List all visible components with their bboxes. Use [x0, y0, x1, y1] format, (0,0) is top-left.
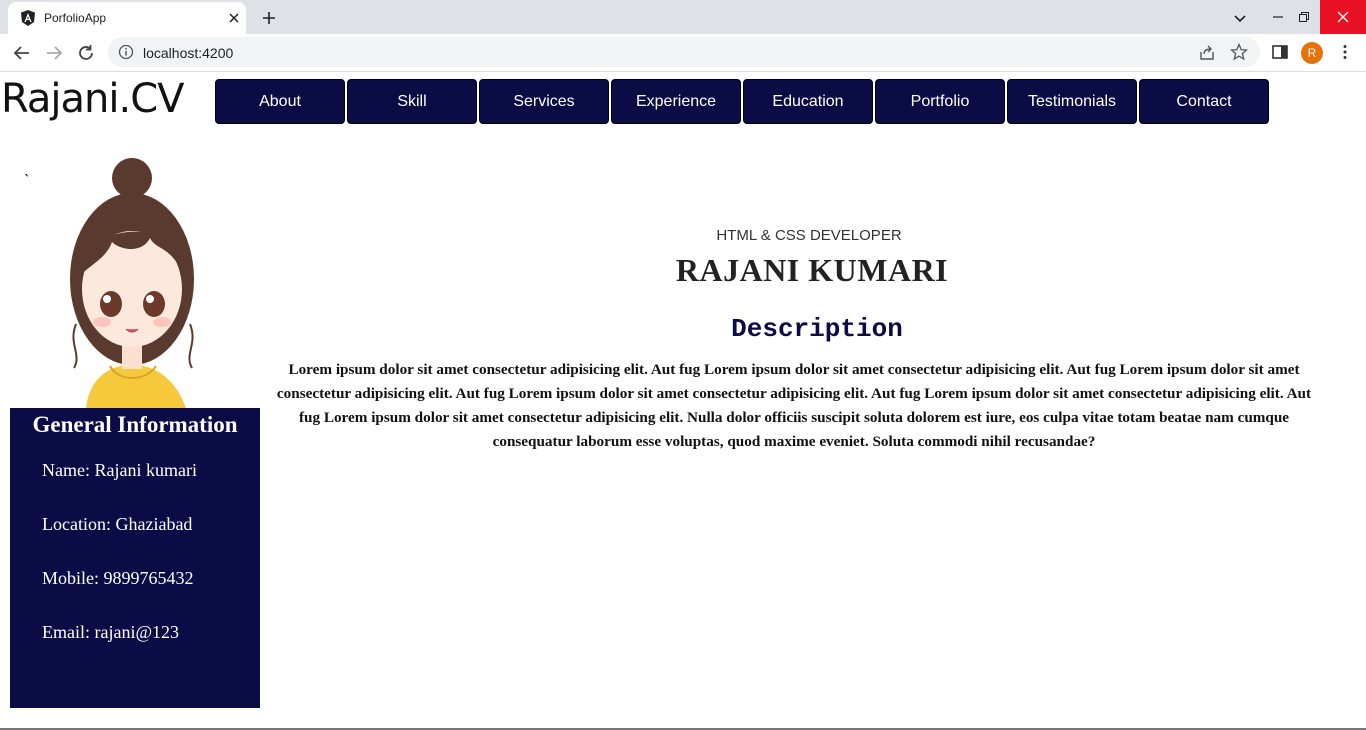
main-nav: About Skill Services Experience Educatio… [215, 79, 1269, 124]
nav-skill[interactable]: Skill [347, 79, 477, 124]
kebab-menu-icon[interactable] [1336, 43, 1354, 61]
description-text: Lorem ipsum dolor sit amet consectetur a… [276, 361, 1312, 450]
nav-contact[interactable]: Contact [1139, 79, 1269, 124]
site-logo[interactable]: Rajani.CV [1, 76, 185, 122]
nav-portfolio[interactable]: Portfolio [875, 79, 1005, 124]
close-icon[interactable] [226, 10, 242, 26]
share-icon[interactable] [1198, 44, 1216, 62]
back-icon[interactable] [11, 42, 33, 64]
stray-mark: ˎ [24, 157, 30, 177]
nav-about[interactable]: About [215, 79, 345, 124]
browser-tab[interactable]: PorfolioApp [8, 2, 246, 34]
tab-title: PorfolioApp [44, 11, 107, 25]
restore-icon [1299, 12, 1309, 22]
star-icon[interactable] [1230, 43, 1248, 61]
nav-education[interactable]: Education [743, 79, 873, 124]
browser-tab-bar: PorfolioApp [0, 0, 1366, 34]
address-bar[interactable]: localhost:4200 [108, 37, 1260, 67]
hero-name: RAJANI KUMARI [675, 252, 949, 288]
page-content: Rajani.CV About Skill Services Experienc… [0, 72, 1366, 728]
browser-toolbar: localhost:4200 R [0, 34, 1366, 72]
reload-icon[interactable] [75, 42, 97, 64]
info-email: Email: rajani@123 [42, 622, 180, 642]
forward-icon[interactable] [43, 42, 65, 64]
info-name: Name: Rajani kumari [42, 460, 197, 480]
info-icon[interactable] [118, 44, 134, 60]
nav-testimonials[interactable]: Testimonials [1007, 79, 1137, 124]
window-close-button[interactable] [1320, 0, 1366, 34]
plus-icon[interactable] [259, 8, 279, 28]
sidepanel-icon[interactable] [1271, 43, 1289, 61]
profile-avatar[interactable]: R [1301, 42, 1323, 64]
angular-icon [21, 10, 35, 26]
description-title: Description [731, 314, 903, 344]
general-info-panel: General Information Name: Rajani kumari … [10, 408, 260, 708]
info-mobile: Mobile: 9899765432 [42, 568, 194, 588]
url-text: localhost:4200 [143, 45, 234, 61]
info-title: General Information [32, 412, 238, 437]
restore-button[interactable] [1284, 0, 1324, 34]
chevron-down-icon[interactable] [1230, 8, 1250, 28]
profile-avatar-illustration [70, 158, 194, 408]
hero-subtitle: HTML & CSS DEVELOPER [716, 227, 902, 244]
close-icon [1337, 11, 1349, 23]
info-location: Location: Ghaziabad [42, 514, 193, 534]
nav-services[interactable]: Services [479, 79, 609, 124]
nav-experience[interactable]: Experience [611, 79, 741, 124]
